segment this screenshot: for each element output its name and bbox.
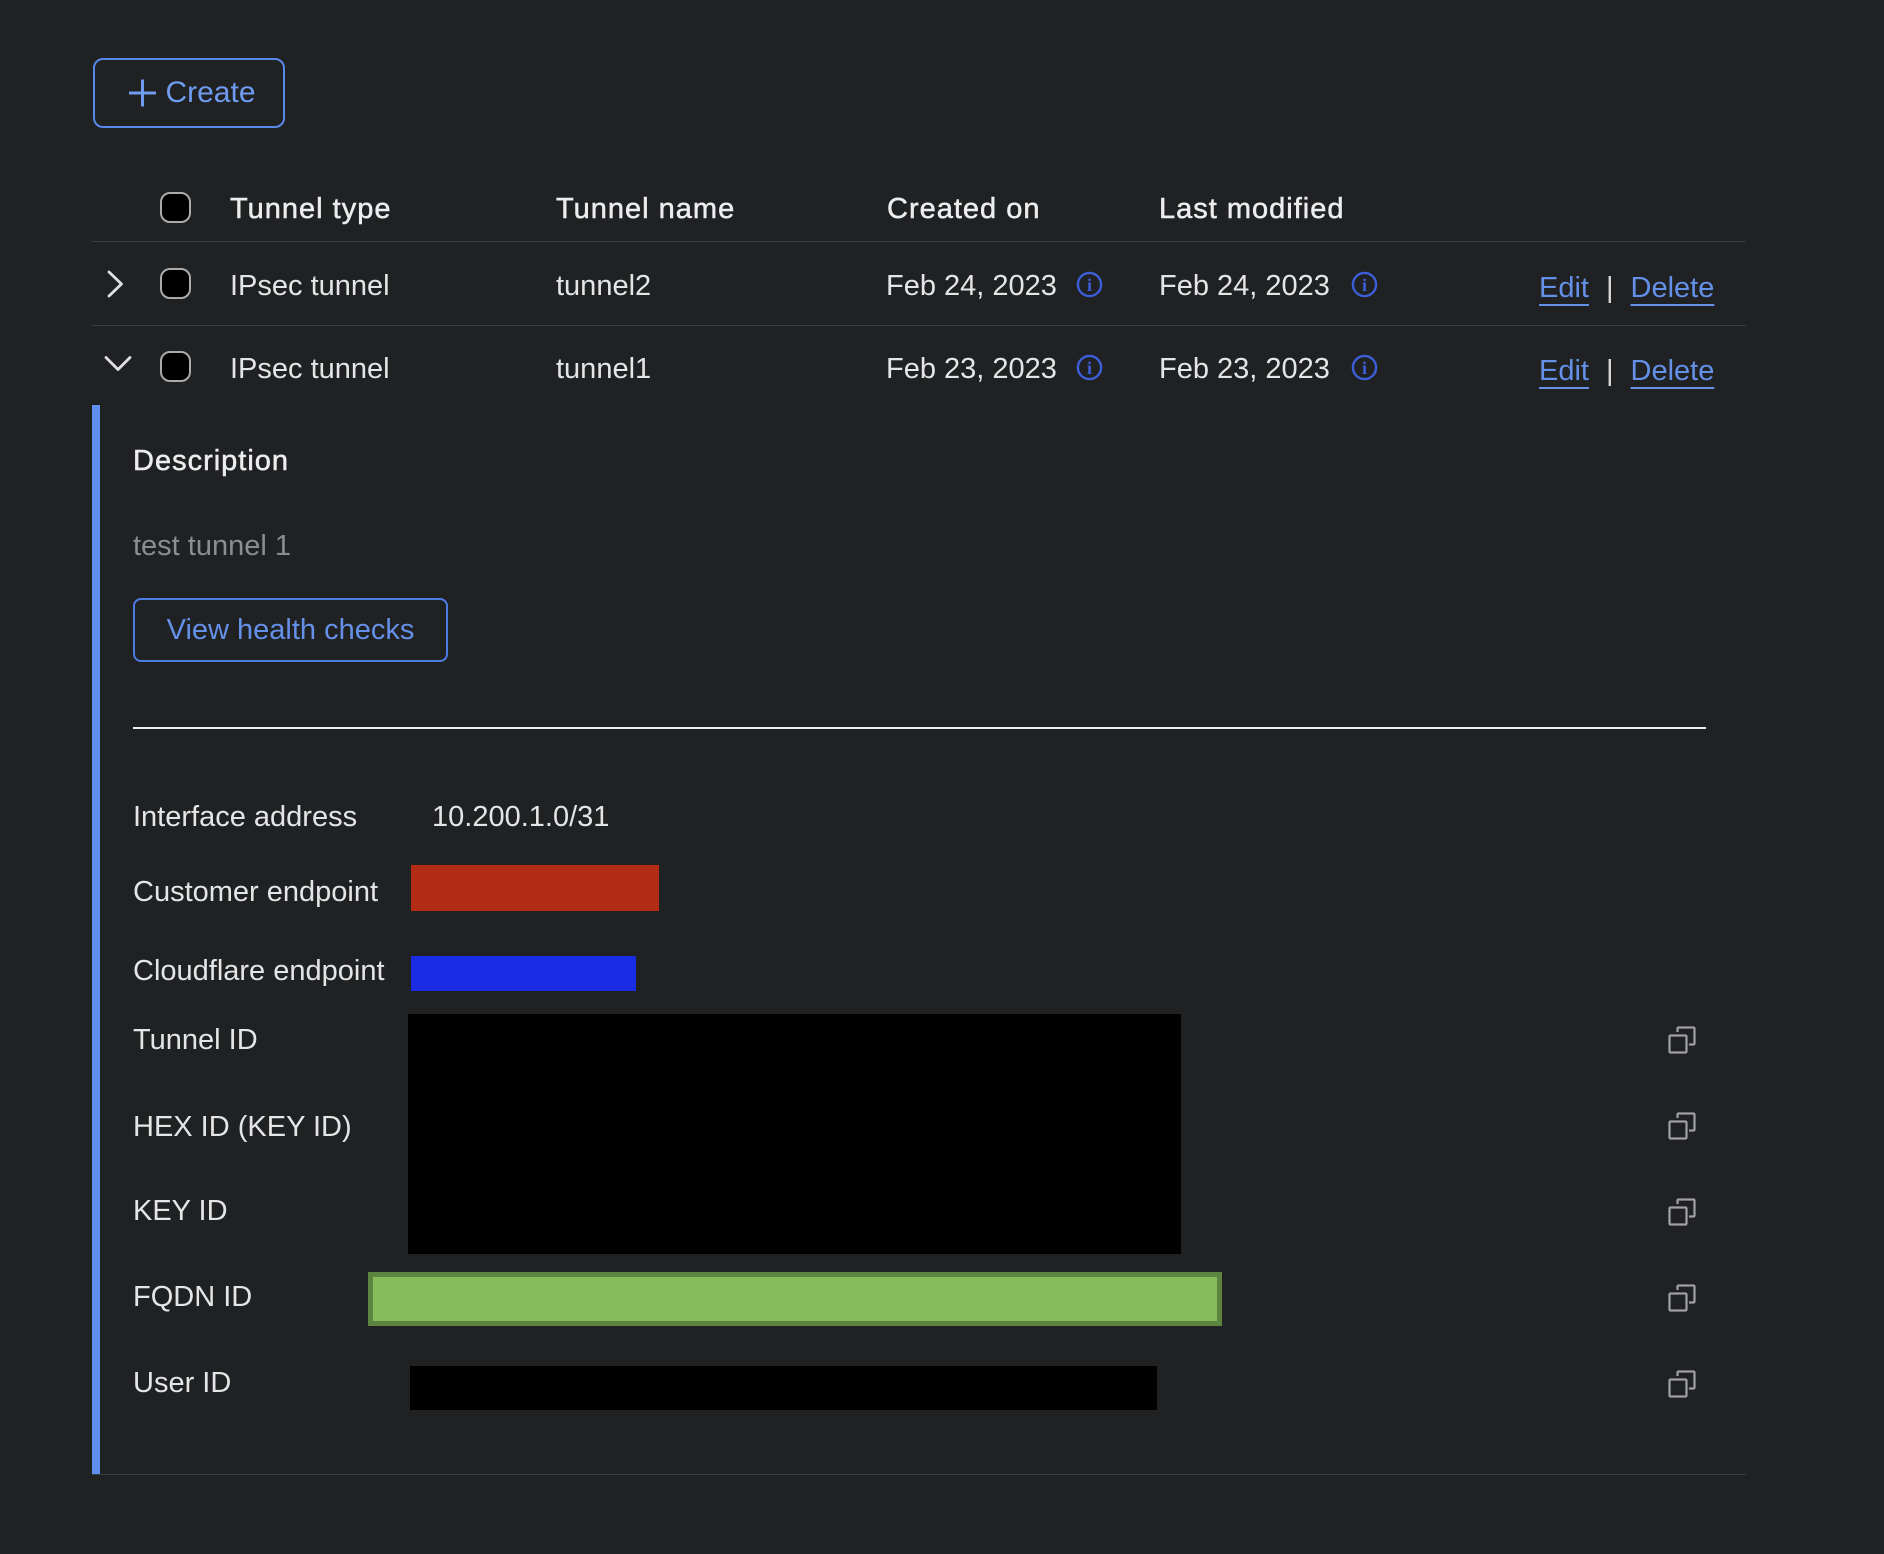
svg-text:i: i [1087, 358, 1092, 378]
svg-text:i: i [1362, 275, 1367, 295]
svg-text:i: i [1362, 358, 1367, 378]
svg-text:i: i [1087, 275, 1092, 295]
